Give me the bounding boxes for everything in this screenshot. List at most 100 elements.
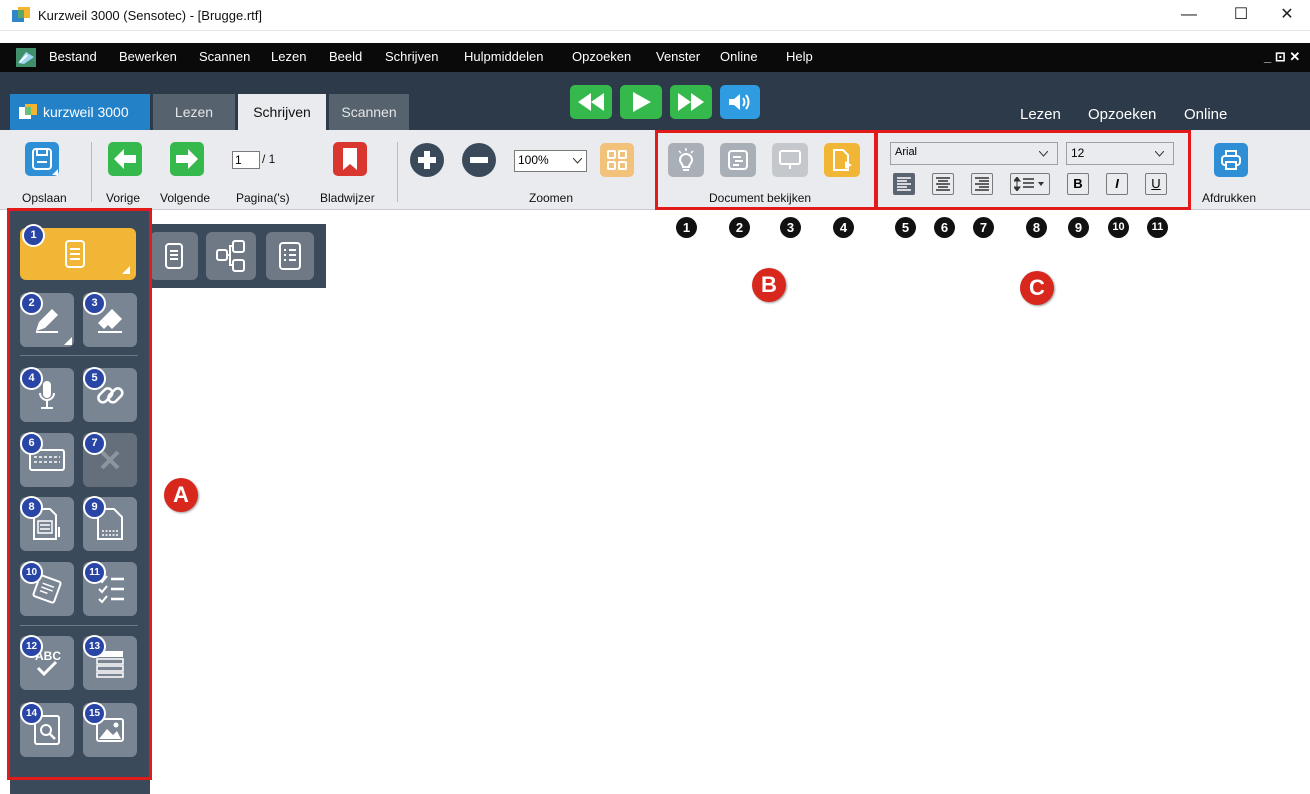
link-opzoeken[interactable]: Opzoeken [1088,106,1156,123]
tool-number-badge: 8 [20,496,43,519]
tool-number-badge: 3 [83,292,106,315]
annotation-number: 1 [676,217,697,238]
menu-schrijven[interactable]: Schrijven [385,49,438,64]
link-online[interactable]: Online [1184,106,1227,123]
volume-button[interactable] [720,85,760,119]
document-menu-icon[interactable] [16,48,36,67]
dropdown-arrow-icon [52,169,58,175]
tool-number-badge: 10 [20,561,43,584]
previous-page-button[interactable] [108,142,142,176]
tool-number-badge: 6 [20,432,43,455]
flyout-outline-button[interactable] [206,232,256,280]
app-icon [12,7,30,22]
annotation-number: 6 [934,217,955,238]
menu-opzoeken[interactable]: Opzoeken [572,49,631,64]
kurzweil-logo-icon [19,104,37,119]
menu-scannen[interactable]: Scannen [199,49,250,64]
window-title: Kurzweil 3000 (Sensotec) - [Brugge.rtf] [38,8,262,23]
previous-label: Vorige [106,191,141,205]
annotation-number: 7 [973,217,994,238]
tab-strip: kurzweil 3000 Lezen Schrijven Scannen Le… [0,72,1310,130]
tab-scannen[interactable]: Scannen [329,94,409,130]
menu-venster[interactable]: Venster [656,49,700,64]
menu-help[interactable]: Help [786,49,813,64]
arrow-left-icon [114,149,136,169]
menu-bar: Bestand Bewerken Scannen Lezen Beeld Sch… [0,43,1310,72]
zoom-in-button[interactable] [410,143,444,177]
next-page-button[interactable] [170,142,204,176]
annotation-letter-b: B [752,268,786,302]
flyout-document-button[interactable] [150,232,198,280]
play-button[interactable] [620,85,662,119]
menu-bewerken[interactable]: Bewerken [119,49,177,64]
close-button[interactable]: ✕ [1264,0,1310,30]
speaker-icon [729,94,750,110]
annotation-number: 4 [833,217,854,238]
page-number-input[interactable] [232,151,260,169]
annotation-number: 8 [1026,217,1047,238]
menu-bestand[interactable]: Bestand [49,49,97,64]
annotation-letter-a: A [164,478,198,512]
zoom-select[interactable]: 100% [514,150,587,172]
tool-number-badge: 5 [83,367,106,390]
maximize-button[interactable]: ☐ [1218,0,1264,30]
arrow-right-icon [176,149,198,169]
zoom-out-button[interactable] [462,143,496,177]
tool-number-badge: 12 [20,635,43,658]
separator [397,142,398,202]
pages-label: Pagina('s) [236,191,290,205]
separator [91,142,92,202]
mdi-window-controls[interactable]: _ ⊡ ✕ [1264,49,1300,65]
page-grid-button[interactable] [600,143,634,177]
tool-number-badge: 4 [20,367,43,390]
flyout-list-button[interactable] [266,232,314,280]
tool-number-badge: 7 [83,432,106,455]
tool-number-badge: 13 [83,635,106,658]
bookmark-button[interactable] [333,142,367,176]
chevron-down-icon [573,158,582,164]
link-lezen[interactable]: Lezen [1020,106,1061,123]
logo-text: kurzweil 3000 [43,104,129,120]
document-icon [165,243,183,269]
zoom-value: 100% [518,153,549,167]
tool-number-badge: 15 [83,702,106,725]
menu-lezen[interactable]: Lezen [271,49,306,64]
annotation-letter-c: C [1020,271,1054,305]
save-button[interactable] [25,142,59,176]
logo-tab: kurzweil 3000 [10,94,150,130]
document-type-flyout [138,224,326,288]
zoom-label: Zoomen [529,191,574,205]
annotation-box-b [655,130,877,210]
rewind-button[interactable] [570,85,612,119]
annotation-number: 2 [729,217,750,238]
bookmark-label: Bladwijzer [320,191,375,205]
tool-number-badge: 11 [83,561,106,584]
flowchart-icon [216,240,245,272]
annotation-number: 5 [895,217,916,238]
page-total: / 1 [262,152,276,166]
menu-beeld[interactable]: Beeld [329,49,362,64]
annotation-number: 3 [780,217,801,238]
tool-number-badge: 2 [20,292,43,315]
next-label: Volgende [160,191,211,205]
tab-schrijven[interactable]: Schrijven [238,94,326,130]
fast-forward-icon [678,93,704,111]
document-list-icon [279,242,301,270]
annotation-box-c [875,130,1191,210]
annotation-number: 9 [1068,217,1089,238]
fast-forward-button[interactable] [670,85,712,119]
rewind-icon [578,93,604,111]
menu-online[interactable]: Online [720,49,758,64]
tool-number-badge: 14 [20,702,43,725]
print-button[interactable] [1214,143,1248,177]
menu-hulpmiddelen[interactable]: Hulpmiddelen [464,49,544,64]
tab-lezen[interactable]: Lezen [153,94,235,130]
print-label: Afdrukken [1202,191,1257,205]
play-icon [633,92,651,112]
save-label: Opslaan [22,191,67,205]
minimize-button[interactable]: — [1166,0,1212,30]
save-icon [32,148,52,170]
grid-icon [607,150,627,170]
annotation-number: 10 [1108,217,1129,238]
annotation-number: 11 [1147,217,1168,238]
